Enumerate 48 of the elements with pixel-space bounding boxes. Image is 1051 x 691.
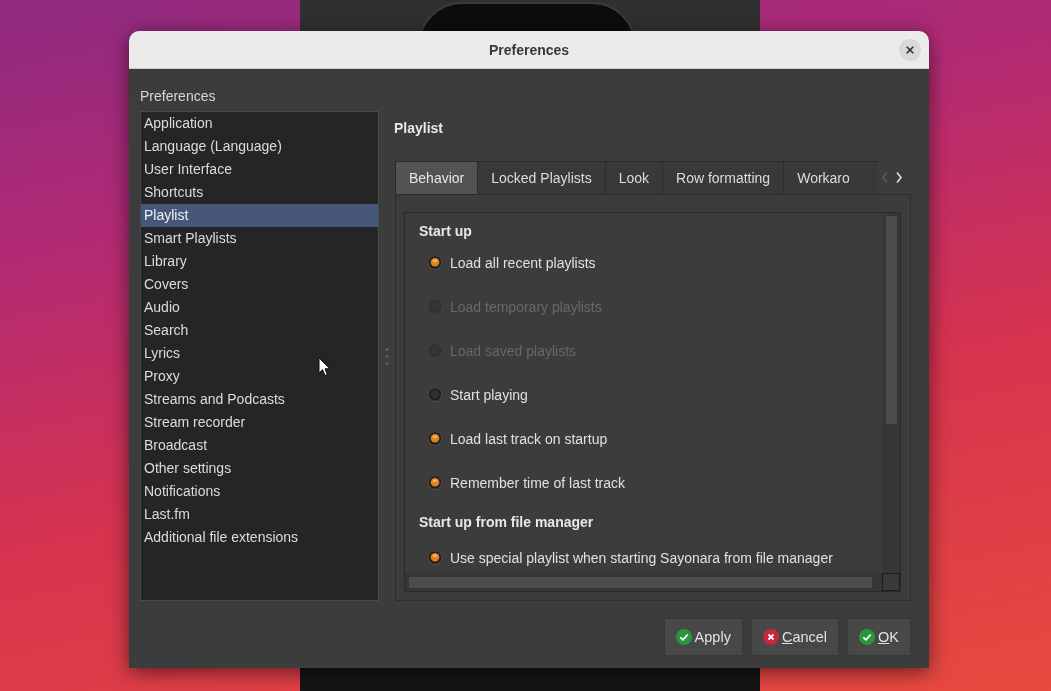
tab[interactable]: Behavior: [395, 161, 479, 194]
list-item[interactable]: Shortcuts: [141, 181, 378, 204]
list-item[interactable]: Language (Language): [141, 135, 378, 158]
ok-button[interactable]: OK: [847, 618, 911, 656]
list-item[interactable]: Proxy: [141, 365, 378, 388]
list-item[interactable]: Last.fm: [141, 503, 378, 526]
list-item[interactable]: Notifications: [141, 480, 378, 503]
list-item[interactable]: Search: [141, 319, 378, 342]
checkbox[interactable]: Remember time of last track: [428, 473, 626, 493]
page-title: Playlist: [394, 119, 444, 138]
list-item[interactable]: Smart Playlists: [141, 227, 378, 250]
checkbox[interactable]: Load last track on startup: [428, 429, 608, 449]
check-icon: [859, 629, 876, 645]
list-item[interactable]: Lyrics: [141, 342, 378, 365]
tab[interactable]: Look: [605, 161, 663, 194]
window-title: Preferences: [488, 41, 570, 58]
horizontal-scrollbar[interactable]: [405, 573, 882, 591]
vertical-scrollbar[interactable]: [882, 213, 900, 573]
tab[interactable]: Row formatting: [663, 161, 785, 194]
list-item[interactable]: Additional file extensions: [141, 526, 378, 549]
checkbox[interactable]: Load all recent playlists: [428, 253, 596, 273]
splitter-grip-icon[interactable]: [384, 348, 389, 366]
chevron-left-icon[interactable]: [882, 172, 888, 183]
section-title: Start up from file manager: [419, 513, 594, 532]
list-item[interactable]: Other settings: [141, 457, 378, 480]
checkbox[interactable]: Start playing: [428, 385, 528, 405]
list-item[interactable]: Application: [141, 112, 378, 135]
list-item[interactable]: User Interface: [141, 158, 378, 181]
tab[interactable]: Locked Playlists: [478, 161, 606, 194]
close-icon: [906, 45, 914, 54]
list-item[interactable]: Covers: [141, 273, 378, 296]
scrollbar-corner: [882, 573, 900, 591]
sidebar-heading: Preferences: [140, 87, 216, 106]
apply-button[interactable]: Apply: [663, 618, 743, 656]
cancel-button[interactable]: Cancel: [750, 618, 840, 656]
section-title: Start up: [419, 222, 472, 241]
check-icon: [675, 629, 692, 645]
list-item[interactable]: Playlist: [141, 204, 378, 227]
cross-icon: [762, 629, 779, 645]
list-item[interactable]: Stream recorder: [141, 411, 378, 434]
chevron-right-icon[interactable]: [896, 172, 902, 183]
mouse-pointer-icon: [318, 357, 331, 377]
list-item[interactable]: Library: [141, 250, 378, 273]
checkbox[interactable]: Use special playlist when starting Sayonara from file manager: [428, 548, 833, 568]
list-item[interactable]: Broadcast: [141, 434, 378, 457]
list-item[interactable]: Audio: [141, 296, 378, 319]
close-button[interactable]: [899, 38, 921, 61]
list-item[interactable]: Streams and Podcasts: [141, 388, 378, 411]
